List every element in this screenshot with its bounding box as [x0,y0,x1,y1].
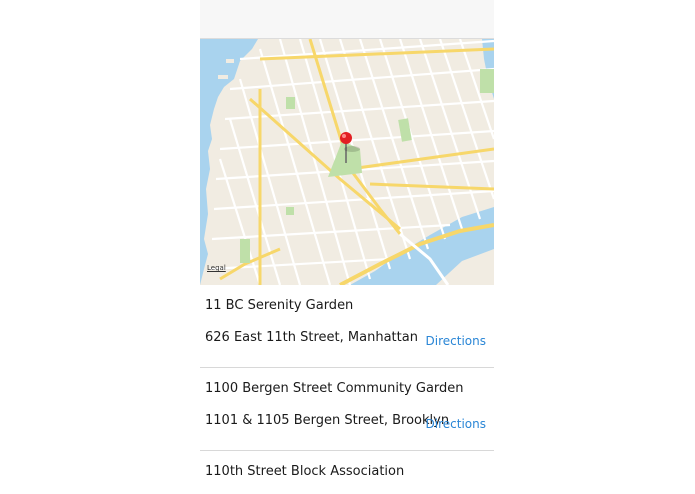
garden-list-item[interactable]: 1100 Bergen Street Community Garden 1101… [200,368,494,451]
garden-address: 1101 & 1105 Bergen Street, Brooklyn [205,413,450,428]
garden-list: 11 BC Serenity Garden 626 East 11th Stre… [200,285,494,494]
garden-address: 626 East 11th Street, Manhattan [205,330,418,345]
directions-button[interactable]: Directions [426,334,486,348]
navigation-bar [200,0,494,39]
garden-list-item[interactable]: 110th Street Block Association [200,451,494,494]
map-canvas [200,39,494,285]
app-screen: Legal 11 BC Serenity Garden 626 East 11t… [200,0,494,494]
garden-name: 1100 Bergen Street Community Garden [205,381,464,396]
garden-name: 11 BC Serenity Garden [205,298,354,313]
map-view[interactable]: Legal [200,39,494,285]
garden-name: 110th Street Block Association [205,464,405,479]
map-legal-link[interactable]: Legal [207,264,226,272]
directions-button[interactable]: Directions [426,417,486,431]
garden-list-item[interactable]: 11 BC Serenity Garden 626 East 11th Stre… [200,285,494,368]
